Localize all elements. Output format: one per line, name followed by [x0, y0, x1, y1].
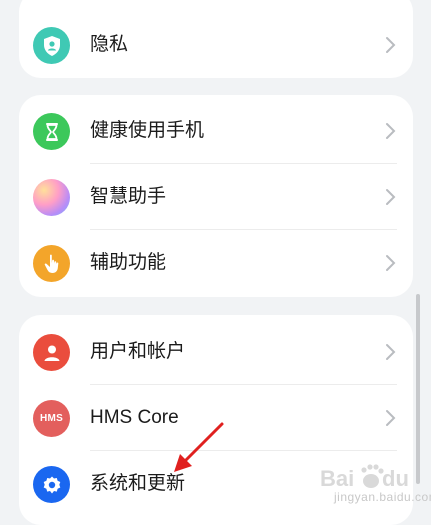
- annotation-arrow: [174, 422, 224, 472]
- hms-icon: HMS: [33, 400, 70, 437]
- item-label: 用户和帐户: [90, 341, 186, 362]
- watermark-text: jingyan.baidu.com: [334, 490, 431, 504]
- privacy-group-card: 隐私: [19, 0, 413, 78]
- item-label: 隐私: [90, 34, 129, 55]
- privacy-shield-icon: [33, 27, 70, 64]
- chevron-right-icon: [386, 123, 396, 139]
- settings-item-digital-balance[interactable]: 健康使用手机: [19, 98, 413, 164]
- settings-item-accessibility[interactable]: 辅助功能: [19, 230, 413, 296]
- item-label: 辅助功能: [90, 252, 167, 273]
- item-label: 健康使用手机: [90, 120, 205, 141]
- svg-text:du: du: [382, 466, 409, 491]
- settings-item-smart-assistant[interactable]: 智慧助手: [19, 164, 413, 230]
- chevron-right-icon: [386, 37, 396, 53]
- chevron-right-icon: [386, 344, 396, 360]
- svg-text:Bai: Bai: [320, 466, 354, 491]
- wellbeing-group-card: 健康使用手机 智慧助手 辅助功能: [19, 95, 413, 297]
- chevron-right-icon: [386, 189, 396, 205]
- chevron-right-icon: [386, 410, 396, 426]
- settings-item-users-accounts[interactable]: 用户和帐户: [19, 319, 413, 385]
- hourglass-icon: [33, 113, 70, 150]
- hms-icon-text: HMS: [39, 413, 64, 424]
- item-label: 智慧助手: [90, 186, 167, 207]
- settings-item-privacy[interactable]: 隐私: [19, 12, 413, 78]
- gear-icon: [33, 466, 70, 503]
- hand-pointer-icon: [33, 245, 70, 282]
- chevron-right-icon: [386, 255, 396, 271]
- assistant-orb-icon: [33, 179, 70, 216]
- user-icon: [33, 334, 70, 371]
